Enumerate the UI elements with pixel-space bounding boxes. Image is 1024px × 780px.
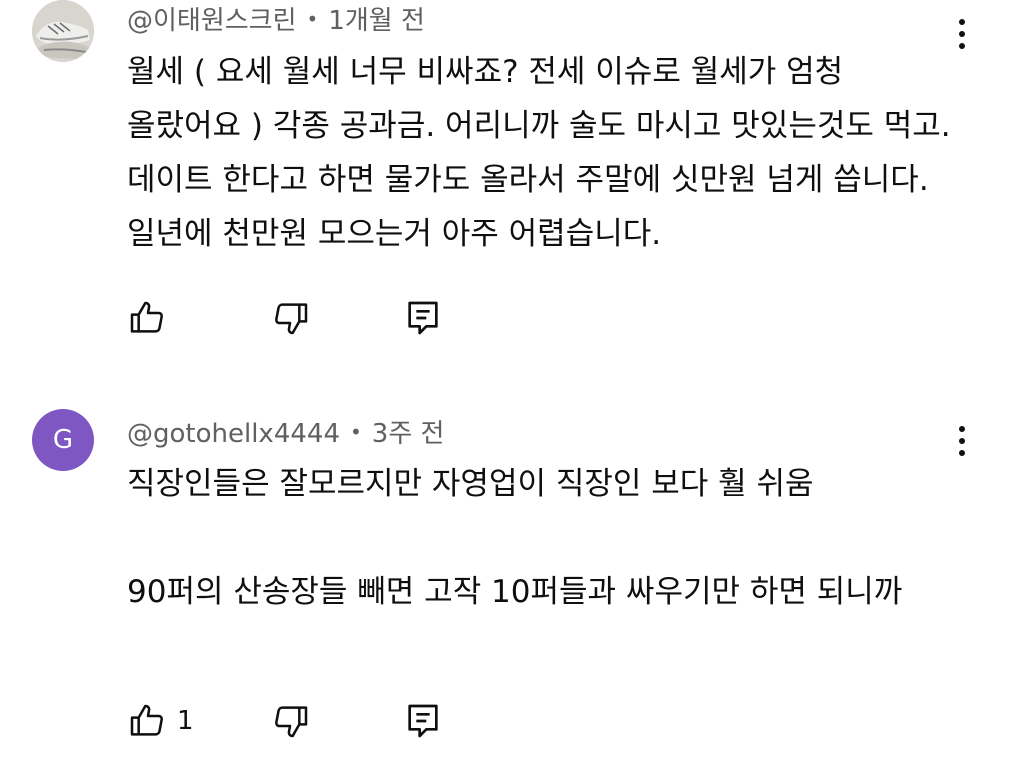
sneakers-photo-icon <box>32 0 94 62</box>
comment-text: 직장인들은 잘모르지만 자영업이 직장인 보다 훨 쉬움 90퍼의 산송장들 빼… <box>127 466 903 610</box>
commenter-avatar[interactable]: G <box>32 409 94 471</box>
commenter-handle[interactable]: @이태원스크린 <box>127 6 297 36</box>
thumbs-up-icon <box>130 704 163 736</box>
separator-dot: • <box>350 420 362 444</box>
avatar-letter: G <box>52 425 74 455</box>
reply-button[interactable] <box>403 296 443 340</box>
like-button[interactable] <box>127 296 177 340</box>
like-count: 1 <box>177 706 194 736</box>
more-vertical-icon <box>959 19 965 25</box>
more-vertical-icon <box>959 426 965 432</box>
comment-meta: @gotohellx4444 • 3주 전 <box>127 413 444 450</box>
comment-time[interactable]: 3주 전 <box>372 419 445 449</box>
like-button[interactable]: 1 <box>127 699 194 743</box>
reply-icon <box>408 704 438 738</box>
thumbs-up-icon <box>130 301 163 333</box>
thumbs-down-icon <box>275 303 308 335</box>
comments-page: @이태원스크린 • 1개월 전 월세 ( 요세 월세 너무 비싸죠? 전세 이슈로 … <box>0 0 1024 780</box>
comment-meta: @이태원스크린 • 1개월 전 <box>127 0 425 37</box>
comment: @이태원스크린 • 1개월 전 월세 ( 요세 월세 너무 비싸죠? 전세 이슈로 … <box>0 0 1024 360</box>
comment-time[interactable]: 1개월 전 <box>328 6 425 36</box>
commenter-avatar[interactable] <box>32 0 94 62</box>
reply-button[interactable] <box>403 699 443 743</box>
dislike-button[interactable] <box>271 699 311 743</box>
dislike-button[interactable] <box>271 296 311 340</box>
comment-text: 월세 ( 요세 월세 너무 비싸죠? 전세 이슈로 월세가 엄청 올랐어요 ) … <box>127 54 961 252</box>
comment: G @gotohellx4444 • 3주 전 직장인들은 잘모르지만 자영업이 직… <box>0 405 1024 765</box>
separator-dot: • <box>306 7 319 31</box>
commenter-handle[interactable]: @gotohellx4444 <box>127 419 340 449</box>
reply-icon <box>408 301 438 335</box>
thumbs-down-icon <box>275 706 308 738</box>
